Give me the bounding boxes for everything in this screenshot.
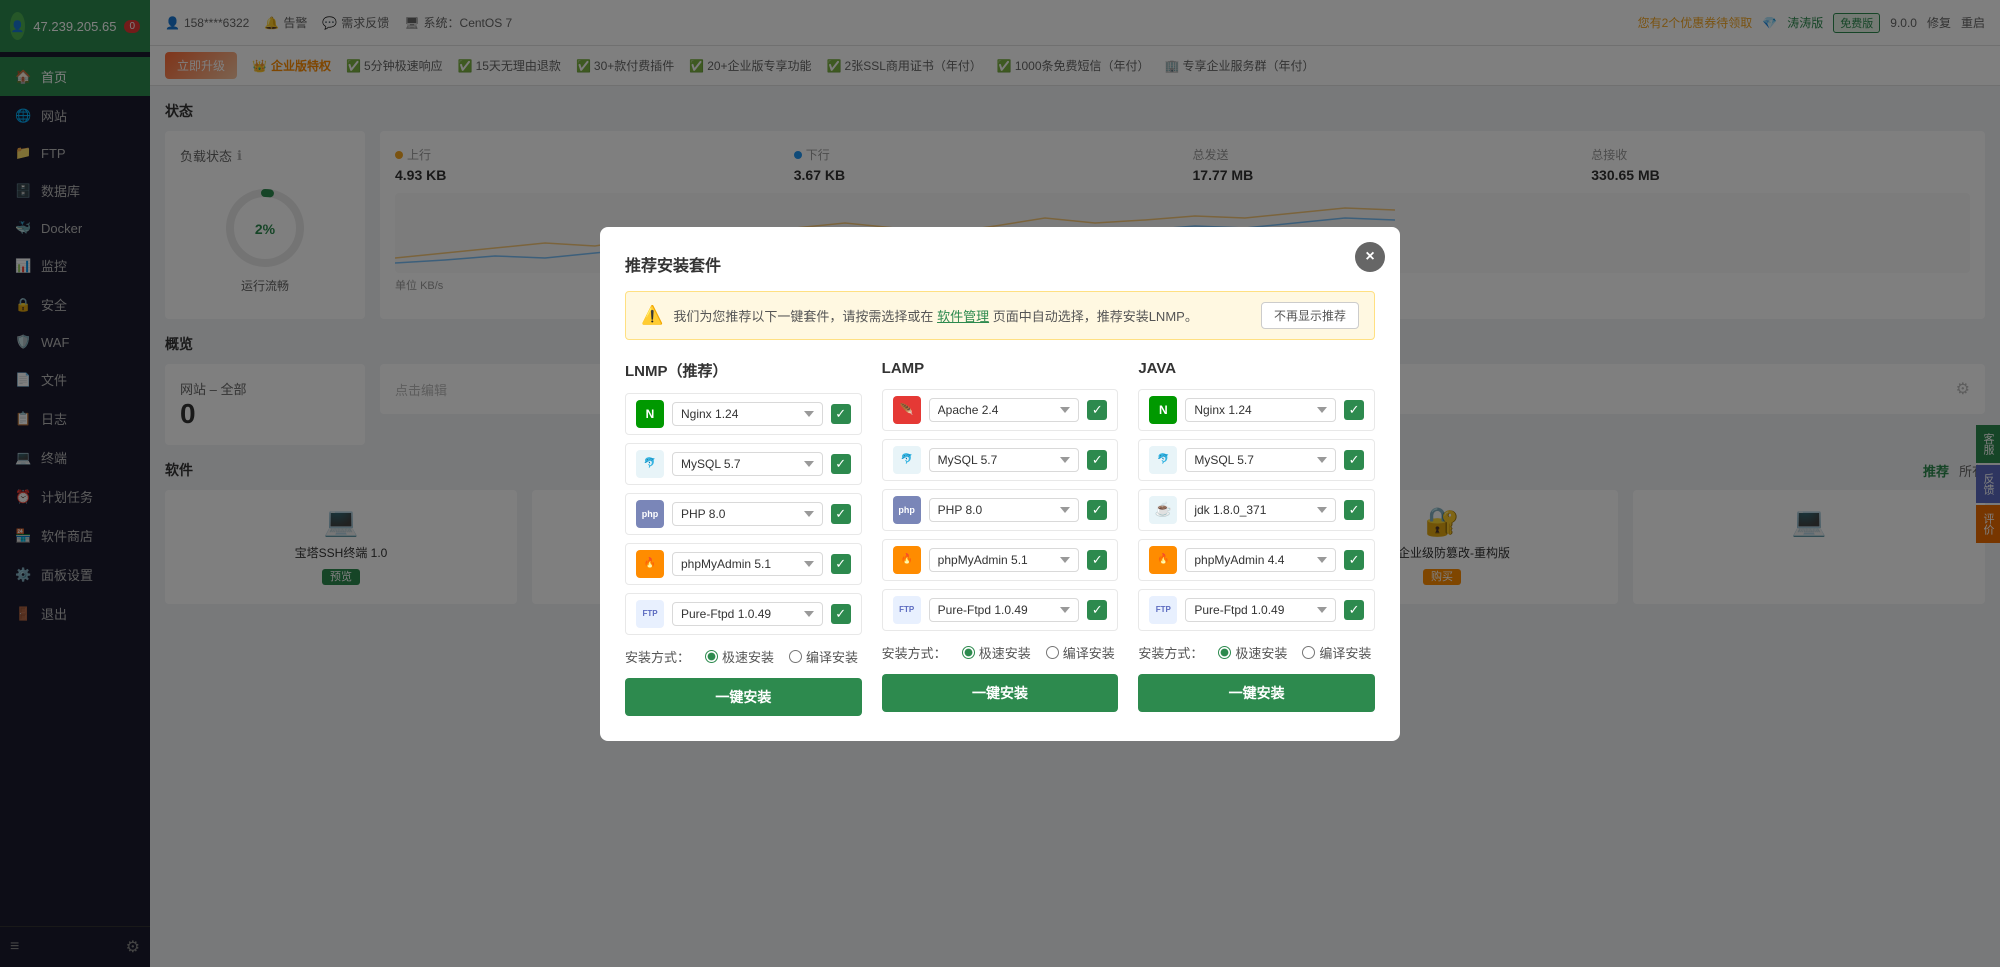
ftpd2-check[interactable]: ✓ bbox=[1087, 600, 1107, 620]
package-lnmp: LNMP（推荐） N Nginx 1.24 ✓ 🐬 MySQL 5.7 ✓ ph… bbox=[625, 360, 862, 716]
lnmp-nginx: N Nginx 1.24 ✓ bbox=[625, 393, 862, 435]
phpmyadmin2-select[interactable]: phpMyAdmin 5.1 bbox=[929, 548, 1080, 572]
php-icon: php bbox=[636, 500, 664, 528]
apache-icon: 🪶 bbox=[893, 396, 921, 424]
java-jdk: ☕ jdk 1.8.0_371 ✓ bbox=[1138, 489, 1375, 531]
mysql2-select[interactable]: MySQL 5.7 bbox=[929, 448, 1080, 472]
ftpd2-icon: FTP bbox=[893, 596, 921, 624]
ftpd-check[interactable]: ✓ bbox=[831, 604, 851, 624]
php2-icon: php bbox=[893, 496, 921, 524]
phpmyadmin-select[interactable]: phpMyAdmin 5.1 bbox=[672, 552, 823, 576]
warning-icon: ⚠️ bbox=[641, 305, 663, 326]
mysql-icon: 🐬 bbox=[636, 450, 664, 478]
lamp-php: php PHP 8.0 ✓ bbox=[882, 489, 1119, 531]
phpmyadmin2-icon: 🔥 bbox=[893, 546, 921, 574]
lnmp-mysql: 🐬 MySQL 5.7 ✓ bbox=[625, 443, 862, 485]
install-label3: 安装方式： bbox=[1138, 643, 1203, 662]
close-button[interactable]: × bbox=[1355, 242, 1385, 272]
lamp-ftpd: FTP Pure-Ftpd 1.0.49 ✓ bbox=[882, 589, 1119, 631]
java-title: JAVA bbox=[1138, 360, 1375, 377]
lnmp-ftpd: FTP Pure-Ftpd 1.0.49 ✓ bbox=[625, 593, 862, 635]
compile-install-radio2[interactable]: 编译安装 bbox=[1046, 643, 1115, 662]
java-install-button[interactable]: 一键安装 bbox=[1138, 674, 1375, 712]
nginx2-check[interactable]: ✓ bbox=[1344, 400, 1364, 420]
mysql-check[interactable]: ✓ bbox=[831, 454, 851, 474]
lamp-mysql: 🐬 MySQL 5.7 ✓ bbox=[882, 439, 1119, 481]
java-nginx: N Nginx 1.24 ✓ bbox=[1138, 389, 1375, 431]
modal-alert: ⚠️ 我们为您推荐以下一键套件，请按需选择或在 软件管理 页面中自动选择，推荐安… bbox=[625, 291, 1375, 340]
packages-row: LNMP（推荐） N Nginx 1.24 ✓ 🐬 MySQL 5.7 ✓ ph… bbox=[625, 360, 1375, 716]
modal-title: 推荐安装套件 bbox=[625, 252, 1375, 276]
phpmyadmin-check[interactable]: ✓ bbox=[831, 554, 851, 574]
nginx-select[interactable]: Nginx 1.24 bbox=[672, 402, 823, 426]
compile-install-radio3[interactable]: 编译安装 bbox=[1302, 643, 1371, 662]
fast-install-radio3[interactable]: 极速安装 bbox=[1218, 643, 1287, 662]
modal: × 推荐安装套件 ⚠️ 我们为您推荐以下一键套件，请按需选择或在 软件管理 页面… bbox=[600, 227, 1400, 741]
ftpd3-check[interactable]: ✓ bbox=[1344, 600, 1364, 620]
apache-check[interactable]: ✓ bbox=[1087, 400, 1107, 420]
mysql2-check[interactable]: ✓ bbox=[1087, 450, 1107, 470]
lnmp-title: LNMP（推荐） bbox=[625, 360, 862, 381]
nginx-check[interactable]: ✓ bbox=[831, 404, 851, 424]
lamp-title: LAMP bbox=[882, 360, 1119, 377]
fast-install-radio2[interactable]: 极速安装 bbox=[962, 643, 1031, 662]
java-ftpd: FTP Pure-Ftpd 1.0.49 ✓ bbox=[1138, 589, 1375, 631]
phpmyadmin3-select[interactable]: phpMyAdmin 4.4 bbox=[1185, 548, 1336, 572]
ftpd3-icon: FTP bbox=[1149, 596, 1177, 624]
apache-select[interactable]: Apache 2.4 bbox=[929, 398, 1080, 422]
lamp-phpmyadmin: 🔥 phpMyAdmin 5.1 ✓ bbox=[882, 539, 1119, 581]
alert-link[interactable]: 软件管理 bbox=[937, 309, 989, 324]
phpmyadmin3-check[interactable]: ✓ bbox=[1344, 550, 1364, 570]
ftpd3-select[interactable]: Pure-Ftpd 1.0.49 bbox=[1185, 598, 1336, 622]
jdk-select[interactable]: jdk 1.8.0_371 bbox=[1185, 498, 1336, 522]
install-label: 安装方式： bbox=[625, 647, 690, 666]
install-label2: 安装方式： bbox=[882, 643, 947, 662]
java-install-opts: 安装方式： 极速安装 编译安装 bbox=[1138, 643, 1375, 662]
jdk-check[interactable]: ✓ bbox=[1344, 500, 1364, 520]
lamp-install-opts: 安装方式： 极速安装 编译安装 bbox=[882, 643, 1119, 662]
ftpd2-select[interactable]: Pure-Ftpd 1.0.49 bbox=[929, 598, 1080, 622]
nginx2-select[interactable]: Nginx 1.24 bbox=[1185, 398, 1336, 422]
compile-install-radio[interactable]: 编译安装 bbox=[789, 647, 858, 666]
java-mysql: 🐬 MySQL 5.7 ✓ bbox=[1138, 439, 1375, 481]
modal-overlay[interactable]: × 推荐安装套件 ⚠️ 我们为您推荐以下一键套件，请按需选择或在 软件管理 页面… bbox=[0, 0, 2000, 967]
php2-select[interactable]: PHP 8.0 bbox=[929, 498, 1080, 522]
phpmyadmin2-check[interactable]: ✓ bbox=[1087, 550, 1107, 570]
jdk-icon: ☕ bbox=[1149, 496, 1177, 524]
alert-text: 我们为您推荐以下一键套件，请按需选择或在 软件管理 页面中自动选择，推荐安装LN… bbox=[673, 306, 1197, 325]
php2-check[interactable]: ✓ bbox=[1087, 500, 1107, 520]
package-java: JAVA N Nginx 1.24 ✓ 🐬 MySQL 5.7 ✓ ☕ jdk … bbox=[1138, 360, 1375, 716]
mysql3-check[interactable]: ✓ bbox=[1344, 450, 1364, 470]
lnmp-install-button[interactable]: 一键安装 bbox=[625, 678, 862, 716]
ftpd-select[interactable]: Pure-Ftpd 1.0.49 bbox=[672, 602, 823, 626]
nginx-icon: N bbox=[636, 400, 664, 428]
lnmp-install-opts: 安装方式： 极速安装 编译安装 bbox=[625, 647, 862, 666]
mysql2-icon: 🐬 bbox=[893, 446, 921, 474]
fast-install-radio[interactable]: 极速安装 bbox=[705, 647, 774, 666]
no-show-button[interactable]: 不再显示推荐 bbox=[1261, 302, 1359, 329]
lnmp-phpmyadmin: 🔥 phpMyAdmin 5.1 ✓ bbox=[625, 543, 862, 585]
nginx2-icon: N bbox=[1149, 396, 1177, 424]
lamp-apache: 🪶 Apache 2.4 ✓ bbox=[882, 389, 1119, 431]
mysql3-select[interactable]: MySQL 5.7 bbox=[1185, 448, 1336, 472]
lamp-install-button[interactable]: 一键安装 bbox=[882, 674, 1119, 712]
phpmyadmin3-icon: 🔥 bbox=[1149, 546, 1177, 574]
php-select[interactable]: PHP 8.0 bbox=[672, 502, 823, 526]
lnmp-php: php PHP 8.0 ✓ bbox=[625, 493, 862, 535]
mysql3-icon: 🐬 bbox=[1149, 446, 1177, 474]
ftpd-icon: FTP bbox=[636, 600, 664, 628]
package-lamp: LAMP 🪶 Apache 2.4 ✓ 🐬 MySQL 5.7 ✓ php PH… bbox=[882, 360, 1119, 716]
phpmyadmin-icon: 🔥 bbox=[636, 550, 664, 578]
java-phpmyadmin: 🔥 phpMyAdmin 4.4 ✓ bbox=[1138, 539, 1375, 581]
php-check[interactable]: ✓ bbox=[831, 504, 851, 524]
mysql-select[interactable]: MySQL 5.7 bbox=[672, 452, 823, 476]
